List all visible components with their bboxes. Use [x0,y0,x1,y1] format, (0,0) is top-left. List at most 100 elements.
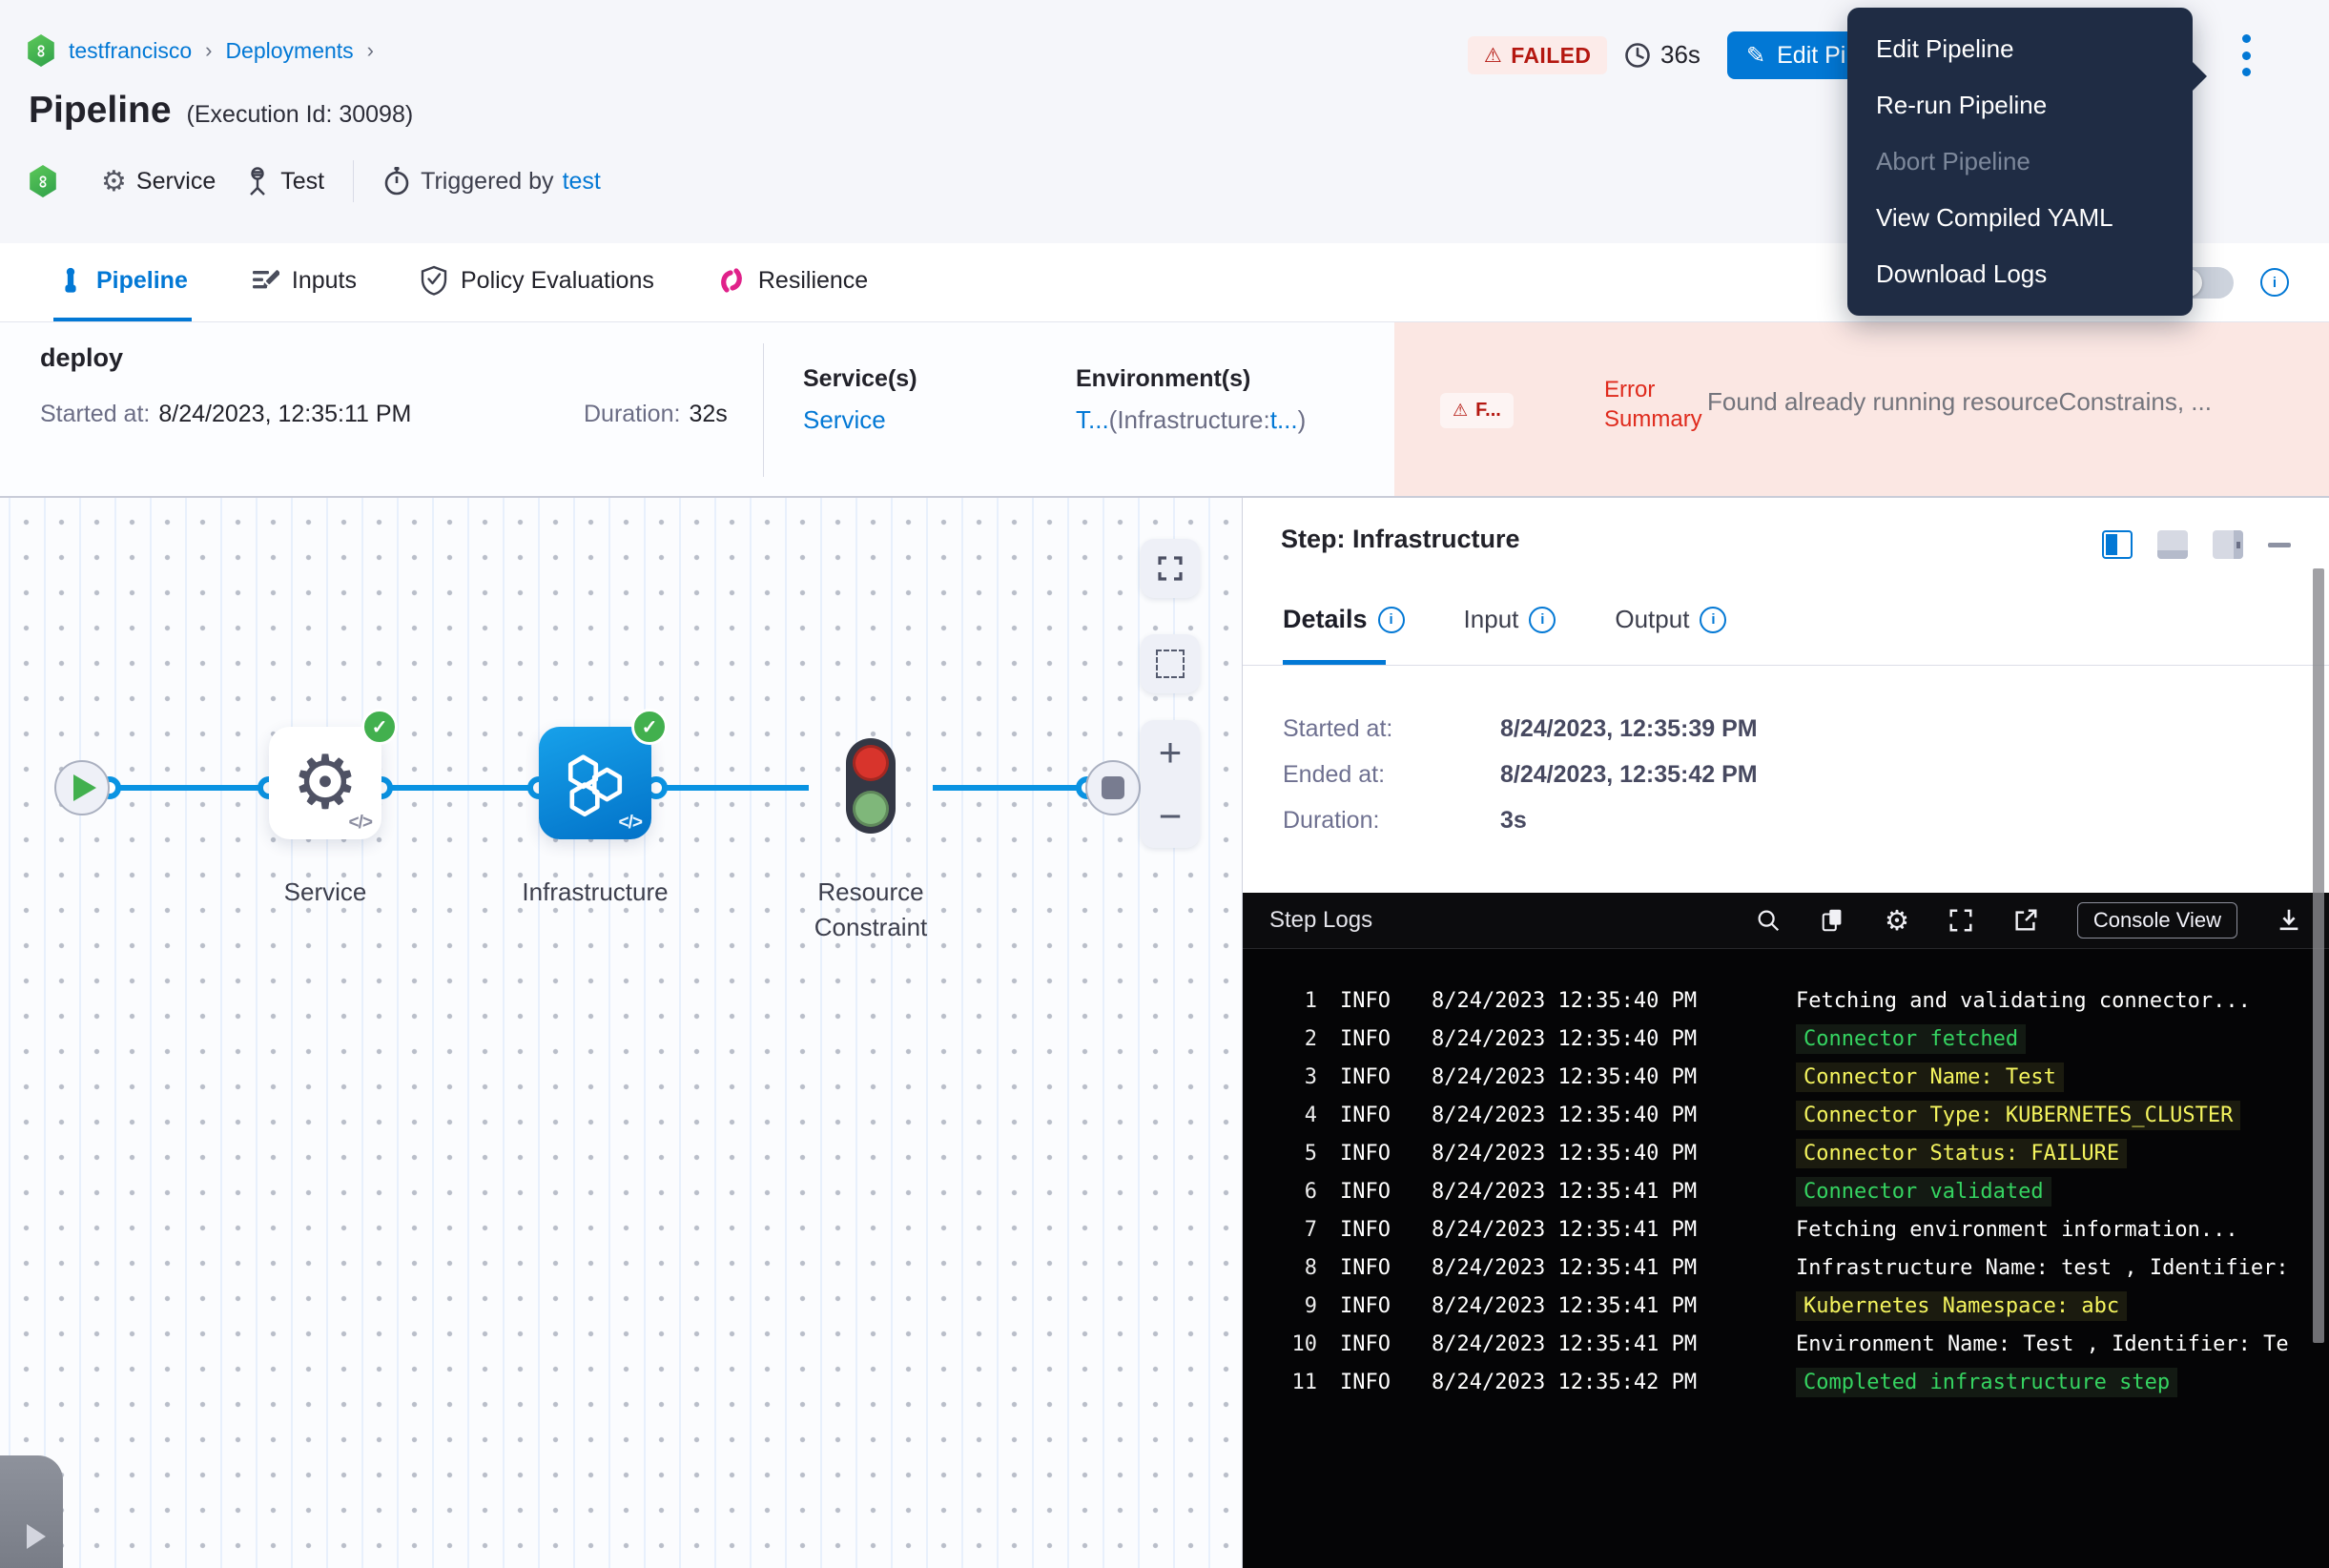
node-resource-constraint[interactable] [846,738,896,834]
step-logs-section: Step Logs ⚙ Console View [1243,893,2329,1568]
page-title: Pipeline [29,90,172,132]
layout-bottom-drawer-button[interactable] [2157,530,2188,559]
info-icon[interactable]: i [1378,607,1405,633]
log-line: 7INFO8/24/2023 12:35:41 PMFetching envir… [1262,1210,2329,1248]
menu-item-download-logs[interactable]: Download Logs [1847,246,2193,302]
stop-icon [1102,776,1124,799]
minimize-panel-button[interactable] [2268,543,2291,547]
tab-inputs[interactable]: Inputs [247,243,361,321]
menu-item-edit-pipeline[interactable]: Edit Pipeline [1847,21,2193,77]
triggered-by-user-link[interactable]: test [563,168,601,196]
gear-icon: ⚙ [292,746,359,820]
pipeline-execution-page: ∞ testfrancisco › Deployments › Pipeline… [0,0,2329,1568]
node-infrastructure[interactable]: </> ✓ [539,727,651,839]
pipeline-graph-canvas[interactable]: ⚙ </> ✓ </> ✓ Service Infrastr [0,498,1242,1568]
tab-resilience[interactable]: Resilience [713,243,872,321]
log-line: 5INFO8/24/2023 12:35:40 PMConnector Stat… [1262,1134,2329,1172]
stage-name[interactable]: deploy [40,343,123,373]
search-logs-button[interactable] [1755,907,1782,934]
tab-output[interactable]: Outputi [1615,605,1726,634]
expand-icon [1156,554,1185,583]
log-settings-button[interactable]: ⚙ [1885,907,1909,935]
tab-policy-evaluations[interactable]: Policy Evaluations [416,243,658,321]
breadcrumb-deployments-link[interactable]: Deployments [225,38,353,64]
zoom-in-button[interactable]: + [1141,720,1200,784]
environments-label: Environment(s) [1076,365,1306,393]
info-icon[interactable]: i [1529,607,1556,633]
code-icon: </> [619,813,642,834]
breadcrumb-project-link[interactable]: testfrancisco [69,38,192,64]
step-logs-title: Step Logs [1269,907,1372,934]
step-logs-toolbar: ⚙ Console View [1755,902,2302,939]
service-link[interactable]: Service [803,405,917,435]
panel-scrollbar[interactable] [2313,568,2324,1343]
node-service[interactable]: ⚙ </> ✓ [269,727,381,839]
step-logs-header: Step Logs ⚙ Console View [1243,893,2329,949]
layout-full-drawer-button[interactable] [2213,530,2243,559]
inputs-icon [251,266,279,295]
fit-to-screen-button[interactable] [1141,539,1200,598]
status-badge: ⚠ FAILED [1468,36,1607,74]
pipeline-meta-row: ∞ ⚙ Service Test Triggered by test [29,158,601,204]
menu-item-view-compiled-yaml[interactable]: View Compiled YAML [1847,190,2193,246]
test-user-icon [244,166,271,196]
start-node [54,760,110,815]
success-check-icon: ✓ [631,709,668,745]
info-icon[interactable]: i [2260,268,2289,297]
copy-logs-button[interactable] [1820,907,1846,934]
stage-duration: Duration: 32s [584,401,728,428]
detail-ended-at: Ended at: 8/24/2023, 12:35:42 PM [1283,761,1758,789]
download-logs-button[interactable] [2276,907,2302,934]
execution-tabs: Pipeline Inputs Policy Evaluations [53,243,872,321]
meta-test-label: Test [280,168,324,196]
chevron-right-icon: › [205,38,212,63]
open-logs-new-tab-button[interactable] [2012,907,2039,934]
log-line: 3INFO8/24/2023 12:35:40 PMConnector Name… [1262,1058,2329,1096]
log-line: 8INFO8/24/2023 12:35:41 PMInfrastructure… [1262,1248,2329,1287]
hexagons-icon [558,746,632,820]
tab-pipeline[interactable]: Pipeline [53,243,192,321]
log-line: 2INFO8/24/2023 12:35:40 PMConnector fetc… [1262,1020,2329,1058]
step-detail-tabs: Detailsi Inputi Outputi [1283,605,1726,634]
chevron-right-icon: › [367,38,374,63]
edge [110,785,269,791]
environments-block: Environment(s) T...(Infrastructure:t...) [1076,365,1306,435]
green-light-icon [853,791,889,827]
fullscreen-logs-button[interactable] [1948,907,1974,934]
console-view-button[interactable]: Console View [2077,902,2237,939]
breadcrumb: ∞ testfrancisco › Deployments › [27,34,374,67]
step-details-panel: Step: Infrastructure Detailsi Inputi Out… [1242,498,2329,1568]
error-summary-label: Error Summary [1604,375,1702,434]
panel-expander-handle[interactable] [0,1455,63,1568]
zoom-controls: + − [1141,720,1200,848]
node-label-service: Service [230,875,421,910]
services-label: Service(s) [803,365,917,393]
resilience-chaos-icon [717,266,746,295]
menu-item-re-run-pipeline[interactable]: Re-run Pipeline [1847,77,2193,134]
tab-details[interactable]: Detailsi [1283,605,1405,634]
log-line: 11INFO8/24/2023 12:35:42 PMCompleted inf… [1262,1363,2329,1401]
edge [933,785,1087,791]
title-row: Pipeline (Execution Id: 30098) [29,90,413,132]
execution-id: (Execution Id: 30098) [187,101,414,129]
divider [353,160,354,202]
zoom-out-button[interactable]: − [1141,784,1200,848]
layout-right-drawer-button[interactable] [2102,530,2133,559]
pencil-icon: ✎ [1746,42,1765,69]
chevron-right-icon [27,1524,46,1549]
detail-started-at: Started at: 8/24/2023, 12:35:39 PM [1283,715,1758,743]
environment-value[interactable]: T...(Infrastructure:t...) [1076,405,1306,435]
panel-layout-controls [2102,530,2291,559]
log-line: 4INFO8/24/2023 12:35:40 PMConnector Type… [1262,1096,2329,1134]
node-label-resource-constraint: Resource Constraint [775,875,966,945]
edge [651,785,809,791]
selection-icon [1156,650,1185,678]
info-icon[interactable]: i [1700,607,1726,633]
error-summary-message: Found already running resourceConstrains… [1707,387,2212,417]
elapsed-time: 36s [1623,40,1700,70]
tab-input[interactable]: Inputi [1464,605,1556,634]
red-light-icon [853,745,889,781]
log-line: 9INFO8/24/2023 12:35:41 PMKubernetes Nam… [1262,1287,2329,1325]
more-options-kebab-menu[interactable] [2236,34,2257,76]
multi-select-button[interactable] [1141,634,1200,693]
